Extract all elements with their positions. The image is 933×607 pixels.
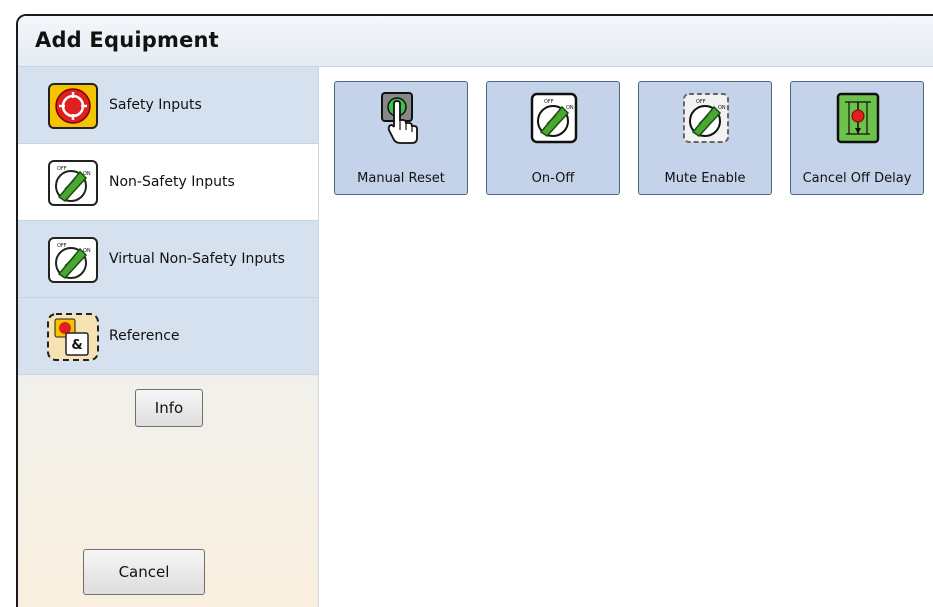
rotary-switch-icon: OFF ON (46, 236, 100, 284)
category-label: Reference (109, 328, 180, 344)
tile-on-off[interactable]: OFF ON On-Off (486, 81, 620, 195)
switch-off-text: OFF (544, 99, 554, 105)
add-equipment-dialog: Add Equipment Safety Inputs OFF ON Non-S… (16, 14, 933, 607)
tile-mute-enable[interactable]: OFF ON Mute Enable (638, 81, 772, 195)
rotary-switch-icon: OFF ON (46, 159, 100, 207)
reset-button-icon (378, 90, 426, 146)
info-button[interactable]: Info (135, 389, 203, 427)
category-label: Safety Inputs (109, 97, 202, 113)
category-safety-inputs[interactable]: Safety Inputs (18, 67, 318, 144)
rotary-switch-icon: OFF ON (682, 90, 730, 146)
category-virtual-non-safety-inputs[interactable]: OFF ON Virtual Non-Safety Inputs (18, 221, 318, 298)
tile-label: On-Off (531, 171, 575, 186)
switch-off-text: OFF (696, 99, 706, 105)
dialog-titlebar: Add Equipment (18, 16, 933, 67)
category-label: Virtual Non-Safety Inputs (109, 251, 285, 267)
dialog-title: Add Equipment (35, 28, 219, 52)
reference-icon: & (46, 313, 100, 361)
category-sidebar: Safety Inputs OFF ON Non-Safety Inputs O… (18, 67, 319, 607)
switch-on-text: ON (718, 105, 726, 111)
tile-cancel-off-delay[interactable]: Cancel Off Delay (790, 81, 924, 195)
equipment-palette: Manual Reset OFF ON On-Off OFF ON Mute E… (319, 67, 933, 607)
cancel-off-delay-icon (834, 90, 882, 146)
rotary-switch-icon: OFF ON (530, 90, 578, 146)
tile-label: Cancel Off Delay (802, 171, 912, 186)
emergency-stop-icon (46, 82, 100, 130)
switch-on-text: ON (566, 105, 574, 111)
category-non-safety-inputs[interactable]: OFF ON Non-Safety Inputs (18, 144, 318, 221)
reference-glyph: & (71, 338, 82, 353)
category-label: Non-Safety Inputs (109, 174, 235, 190)
cancel-button[interactable]: Cancel (83, 549, 205, 595)
tile-label: Manual Reset (357, 171, 445, 186)
tile-label: Mute Enable (664, 171, 746, 186)
window-frame (0, 0, 933, 14)
tile-manual-reset[interactable]: Manual Reset (334, 81, 468, 195)
category-reference[interactable]: & Reference (18, 298, 318, 375)
